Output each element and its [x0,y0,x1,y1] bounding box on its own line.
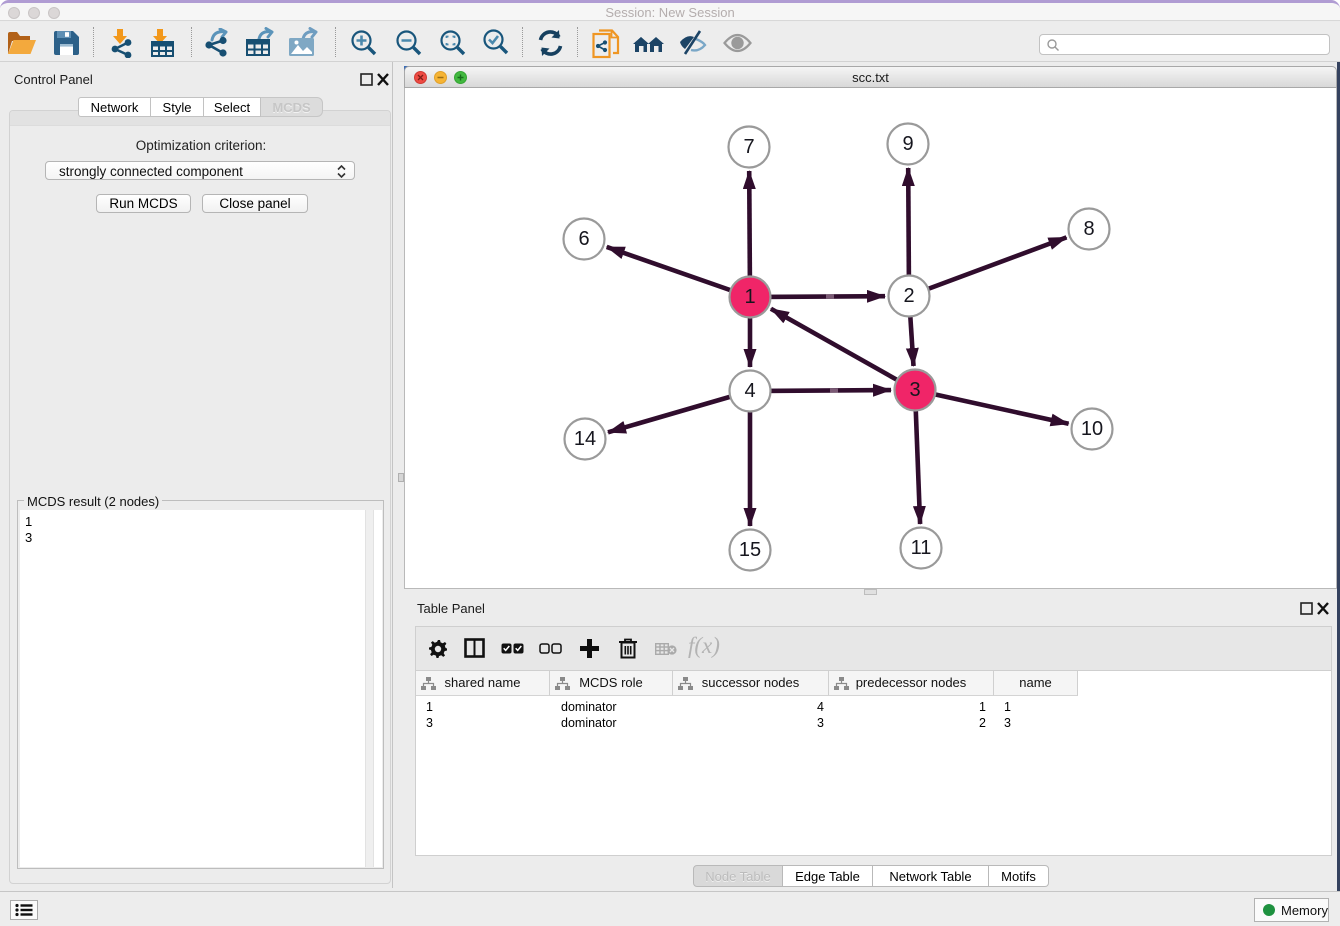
svg-text:7: 7 [743,136,754,158]
svg-text:2: 2 [903,285,914,307]
svg-text:6: 6 [578,228,589,250]
svg-text:3: 3 [909,379,920,401]
svg-text:10: 10 [1081,418,1103,440]
svg-text:8: 8 [1083,218,1094,240]
svg-text:11: 11 [911,537,932,559]
svg-text:4: 4 [744,380,755,402]
svg-text:1: 1 [744,286,755,308]
svg-text:15: 15 [739,539,761,561]
svg-text:9: 9 [902,133,913,155]
svg-text:14: 14 [574,428,596,450]
